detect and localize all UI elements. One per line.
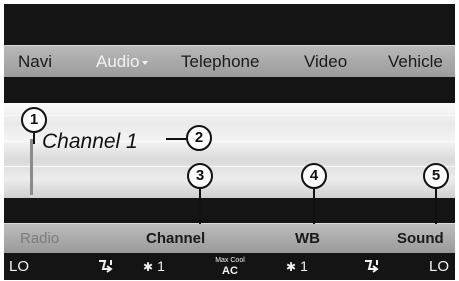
callout-1-leader <box>33 133 35 144</box>
function-sound-button[interactable]: Sound <box>397 224 444 253</box>
submenu-caret-icon <box>142 61 149 65</box>
menu-item-telephone[interactable]: Telephone <box>181 46 259 77</box>
left-airflow-icon[interactable] <box>96 258 116 276</box>
menu-spacer <box>4 77 455 103</box>
right-fan-level: 1 <box>300 258 308 274</box>
callout-3: 3 <box>187 163 213 189</box>
callout-2: 2 <box>186 125 212 151</box>
audio-screen: Navi Audio Telephone Video Vehicle Chann… <box>4 4 455 280</box>
callout-1: 1 <box>21 107 47 133</box>
ac-label: AC <box>222 265 238 277</box>
menu-item-audio[interactable]: Audio <box>96 46 149 77</box>
callout-5: 5 <box>423 163 449 189</box>
left-fan-level: 1 <box>157 258 165 274</box>
function-spacer <box>4 198 455 223</box>
menu-item-audio-label: Audio <box>96 52 140 71</box>
left-temperature[interactable]: LO <box>9 253 29 280</box>
right-fan-control[interactable]: ✱ 1 <box>286 253 308 280</box>
main-menu-bar: Navi Audio Telephone Video Vehicle <box>4 45 455 78</box>
top-status-area <box>4 4 455 44</box>
function-channel-button[interactable]: Channel <box>146 224 205 253</box>
fan-icon: ✱ <box>286 260 297 274</box>
callout-3-leader <box>199 189 201 224</box>
station-display: Channel 1 <box>4 103 455 198</box>
station-indicator-line <box>30 139 33 195</box>
menu-item-video[interactable]: Video <box>304 46 347 77</box>
station-name[interactable]: Channel 1 <box>42 130 138 154</box>
max-cool-label: Max Cool <box>215 257 245 264</box>
display-streak <box>4 115 455 116</box>
left-fan-control[interactable]: ✱ 1 <box>143 253 165 280</box>
callout-2-leader <box>166 138 186 140</box>
fan-icon: ✱ <box>143 260 154 274</box>
function-radio-button[interactable]: Radio <box>20 224 59 253</box>
ac-max-cool-button[interactable]: Max Cool AC <box>210 257 250 277</box>
callout-4: 4 <box>301 163 327 189</box>
function-wb-button[interactable]: WB <box>295 224 320 253</box>
callout-5-leader <box>435 189 437 224</box>
right-temperature[interactable]: LO <box>429 253 449 280</box>
callout-4-leader <box>313 189 315 224</box>
right-airflow-icon[interactable] <box>362 258 382 276</box>
display-streak <box>4 166 455 167</box>
function-bar: Radio Channel WB Sound <box>4 223 455 254</box>
menu-item-vehicle[interactable]: Vehicle <box>388 46 443 77</box>
menu-item-navi[interactable]: Navi <box>18 46 52 77</box>
climate-bar: LO ✱ 1 Max Cool AC ✱ 1 LO <box>4 253 455 280</box>
